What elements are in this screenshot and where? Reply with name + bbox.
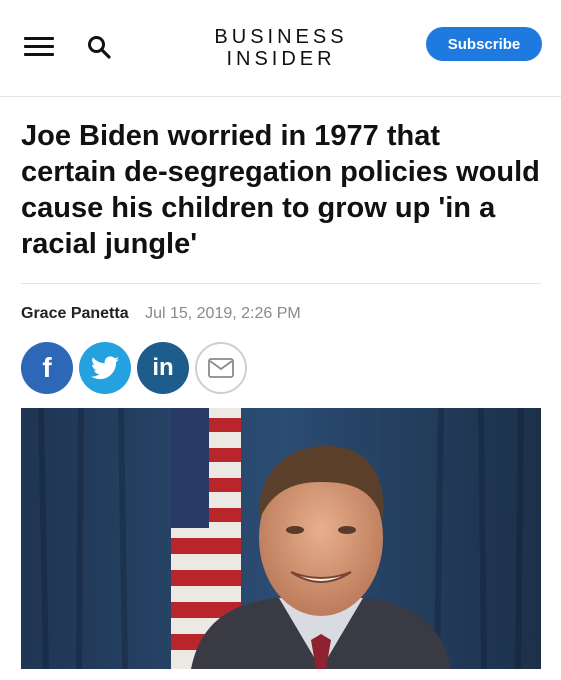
- email-icon: [208, 358, 234, 378]
- email-share-button[interactable]: [195, 342, 247, 394]
- business-insider-logo[interactable]: BUSINESS INSIDER: [190, 26, 372, 70]
- facebook-share-button[interactable]: f: [21, 342, 73, 394]
- article-headline: Joe Biden worried in 1977 that certain d…: [21, 120, 540, 260]
- linkedin-share-button[interactable]: in: [137, 342, 189, 394]
- menu-icon[interactable]: [24, 36, 54, 58]
- twitter-share-button[interactable]: [79, 342, 131, 394]
- logo-line-1: BUSINESS: [214, 26, 348, 48]
- top-navigation-bar: BUSINESS INSIDER Subscribe: [0, 0, 561, 97]
- logo-line-2: INSIDER: [226, 48, 336, 70]
- menu-icon-bar: [24, 37, 54, 40]
- linkedin-icon: in: [152, 354, 174, 381]
- author-name[interactable]: Grace Panetta: [21, 305, 129, 322]
- headline-divider: [21, 283, 541, 284]
- subscribe-button[interactable]: Subscribe: [426, 27, 542, 61]
- search-icon[interactable]: [86, 34, 112, 60]
- menu-icon-bar: [24, 53, 54, 56]
- byline: Grace Panetta Jul 15, 2019, 2:26 PM: [21, 305, 301, 323]
- twitter-icon: [91, 356, 119, 380]
- facebook-icon: f: [42, 352, 52, 383]
- menu-icon-bar: [24, 45, 54, 48]
- article-lead-photo: [21, 408, 541, 669]
- publish-date: Jul 15, 2019, 2:26 PM: [145, 305, 301, 322]
